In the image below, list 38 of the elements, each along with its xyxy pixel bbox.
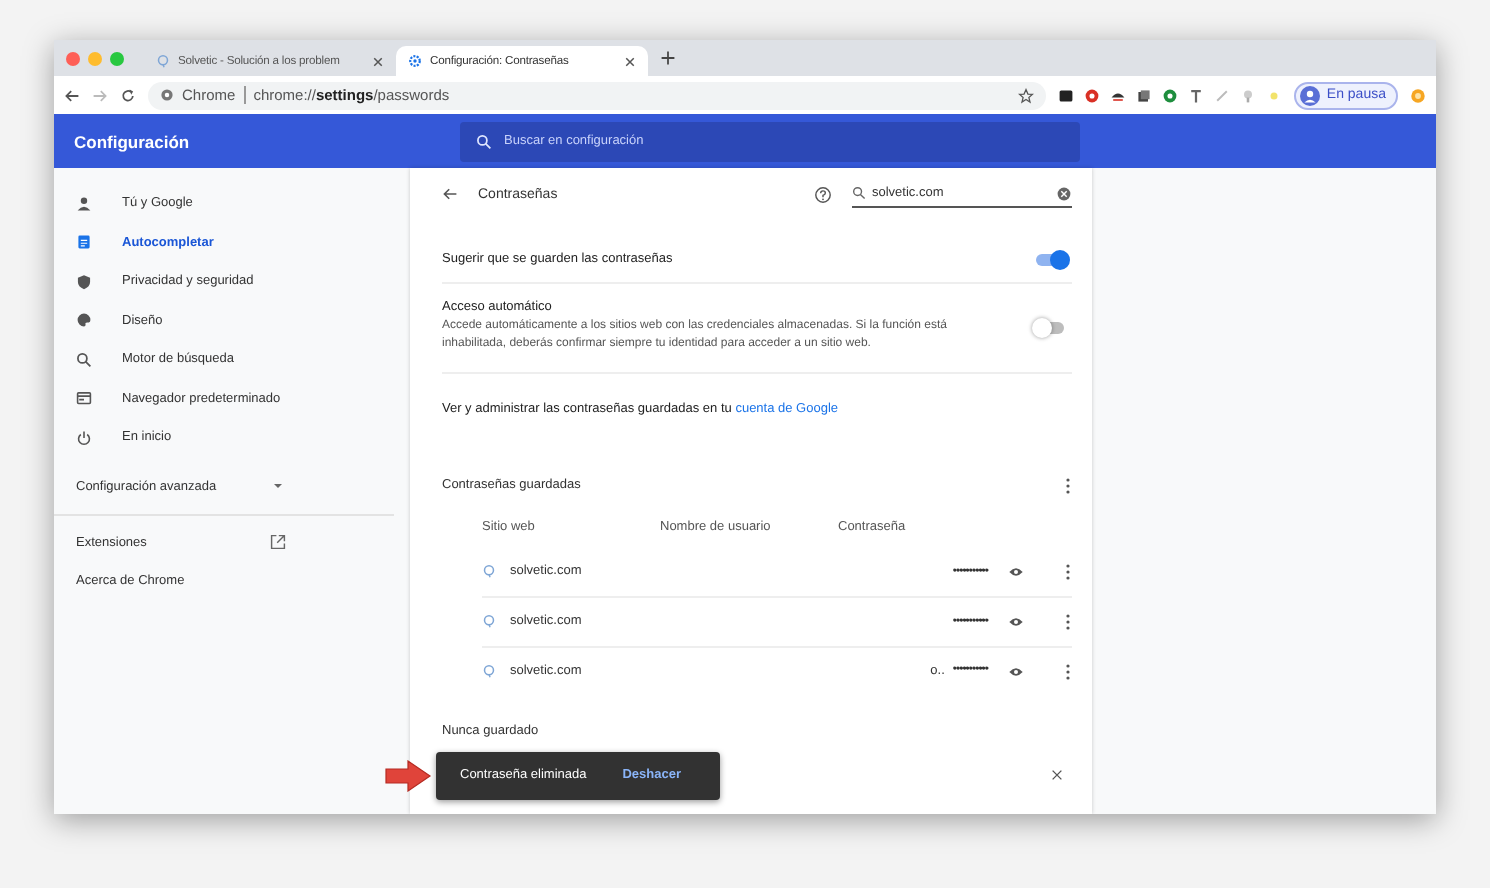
search-icon (852, 186, 866, 200)
clear-icon[interactable] (1056, 185, 1072, 201)
site-icon (482, 564, 496, 579)
close-icon[interactable] (372, 55, 384, 67)
power-icon (76, 429, 92, 446)
back-icon[interactable] (442, 186, 458, 202)
page-title: Configuración (72, 131, 192, 151)
gear-icon (408, 54, 422, 68)
chrome-icon (160, 88, 174, 102)
browser-icon (76, 390, 92, 407)
shield-icon (76, 273, 92, 290)
clipboard-icon (76, 234, 92, 251)
person-icon (76, 195, 92, 212)
more-icon[interactable] (1064, 561, 1072, 582)
back-icon[interactable] (64, 87, 80, 103)
palette-icon (76, 312, 92, 329)
eye-icon[interactable] (1008, 665, 1024, 678)
site-icon (482, 614, 496, 629)
favicon-icon (156, 54, 170, 68)
toggle-switch[interactable] (1036, 253, 1064, 265)
search-icon (76, 351, 92, 368)
reload-icon[interactable] (120, 87, 136, 103)
eye-icon[interactable] (1008, 565, 1024, 578)
help-icon[interactable] (814, 185, 832, 203)
arrow-icon (384, 759, 432, 792)
star-icon[interactable] (1018, 87, 1035, 103)
close-icon[interactable] (624, 55, 636, 67)
new-tab-icon[interactable] (660, 50, 676, 66)
site-icon (482, 664, 496, 679)
avatar-icon (1300, 85, 1321, 105)
more-icon[interactable] (1064, 475, 1072, 496)
more-icon[interactable] (1064, 661, 1072, 682)
eye-icon[interactable] (1008, 615, 1024, 628)
external-link-icon (270, 534, 286, 550)
search-icon (476, 133, 492, 149)
toggle-switch[interactable] (1036, 321, 1064, 334)
more-icon[interactable] (1064, 611, 1072, 632)
close-icon[interactable] (1050, 768, 1064, 783)
